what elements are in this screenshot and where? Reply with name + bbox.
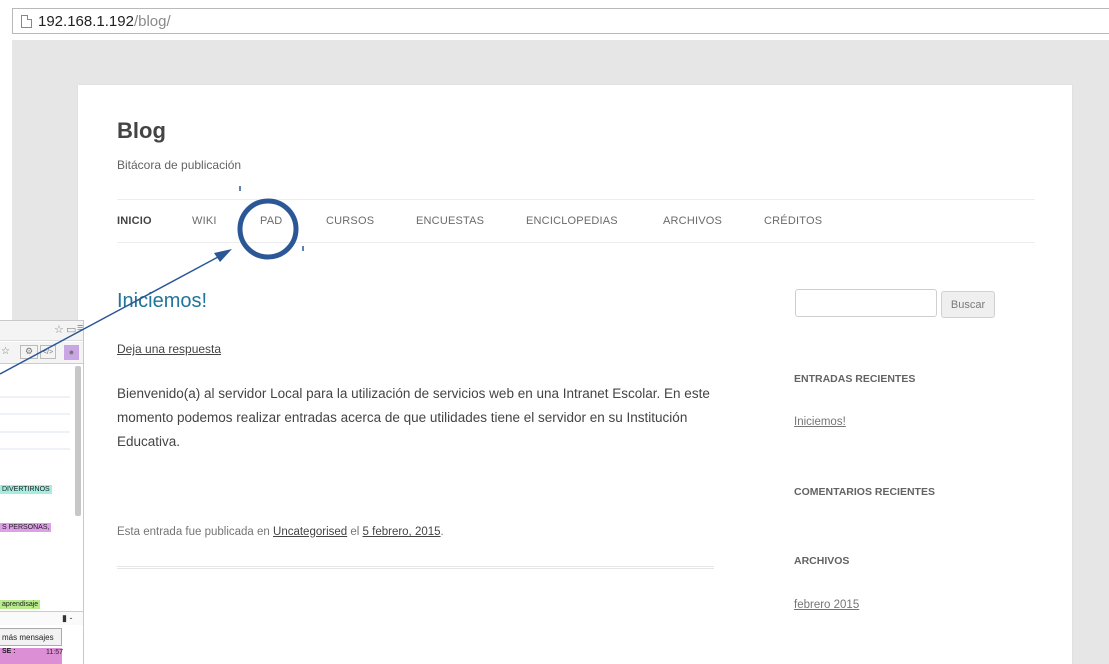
chat-resize-icon: ▮ - (62, 613, 73, 623)
bookmark-icon: ☆ (1, 346, 10, 357)
site-description: Bitácora de publicación (117, 158, 242, 172)
search-button[interactable]: Buscar (941, 291, 995, 318)
main-nav: INICIO WIKI PAD CURSOS ENCUESTAS ENCICLO… (117, 199, 834, 243)
meta-mid: el (350, 526, 360, 538)
more-messages-button[interactable]: más mensajes (0, 628, 62, 646)
faded-line (0, 396, 70, 398)
category-link[interactable]: Uncategorised (273, 526, 347, 538)
nav-item-inicio[interactable]: INICIO (117, 215, 192, 227)
page-icon (21, 14, 32, 28)
nav-bottom-divider (117, 242, 1035, 243)
user-icon: ● (64, 345, 79, 360)
recent-posts-title: ENTRADAS RECIENTES (794, 373, 916, 385)
chat-author: SE : (2, 648, 16, 655)
nav-item-creditos[interactable]: CRÉDITOS (764, 215, 834, 227)
blog-page: Blog Bitácora de publicación INICIO WIKI… (78, 85, 1072, 664)
url-host: 192.168.1.192 (38, 12, 134, 30)
star-icon: ☆ (54, 324, 64, 336)
meta-suffix: . (440, 526, 444, 538)
post-separator (117, 566, 714, 569)
nav-item-enciclopedias[interactable]: ENCICLOPEDIAS (526, 215, 663, 227)
overlay-titlebar: ☆ ▭ ≡ (0, 321, 84, 341)
post-title[interactable]: Iniciemos! (117, 290, 207, 313)
browser-toolbar: 192.168.1.192/blog/ (0, 0, 1109, 40)
archive-link[interactable]: febrero 2015 (794, 599, 859, 611)
chat-message: SE : 11:57 (0, 648, 63, 664)
nav-item-wiki[interactable]: WIKI (192, 215, 260, 227)
nav-item-archivos[interactable]: ARCHIVOS (663, 215, 764, 227)
post-body: Bienvenido(a) al servidor Local para la … (117, 386, 710, 449)
nav-item-cursos[interactable]: CURSOS (326, 215, 416, 227)
highlight-tag: aprendisaje (0, 600, 41, 609)
site-title[interactable]: Blog (117, 118, 166, 144)
nav-item-pad[interactable]: PAD (260, 215, 326, 227)
overlay-toolbar: ☆ ⚙ </> ● (0, 342, 83, 364)
post-meta: Esta entrada fue publicada en Uncategori… (117, 526, 444, 538)
recent-comments-title: COMENTARIOS RECIENTES (794, 486, 935, 498)
archives-title: ARCHIVOS (794, 555, 850, 567)
meta-prefix: Esta entrada fue publicada en (117, 526, 270, 538)
menu-icon: ≡ (77, 322, 84, 334)
left-frame (0, 40, 12, 320)
highlight-tag: S PERSONAS, (0, 523, 52, 532)
url-path: /blog/ (133, 12, 171, 30)
recent-post-link[interactable]: Iniciemos! (794, 416, 846, 428)
cast-icon: ▭ (66, 324, 77, 336)
pad-screenshot-overlay: ☆ ▭ ≡ ☆ ⚙ </> ● DIVERTIRNOS S PERSONAS, … (0, 320, 84, 664)
search-input[interactable] (795, 289, 937, 317)
faded-line (0, 413, 70, 415)
chat-header: ▮ - (0, 611, 83, 625)
faded-line (0, 448, 70, 450)
settings-icon: ⚙ (20, 345, 38, 359)
nav-item-encuestas[interactable]: ENCUESTAS (416, 215, 526, 227)
reply-link[interactable]: Deja una respuesta (117, 342, 221, 356)
faded-line (0, 431, 70, 433)
chat-time: 11:57 (46, 649, 63, 656)
address-bar[interactable]: 192.168.1.192/blog/ (12, 8, 1109, 34)
highlight-tag: DIVERTIRNOS (0, 485, 52, 494)
date-link[interactable]: 5 febrero, 2015 (363, 526, 441, 538)
overlay-scrollbar (75, 366, 81, 516)
code-icon: </> (40, 345, 56, 359)
